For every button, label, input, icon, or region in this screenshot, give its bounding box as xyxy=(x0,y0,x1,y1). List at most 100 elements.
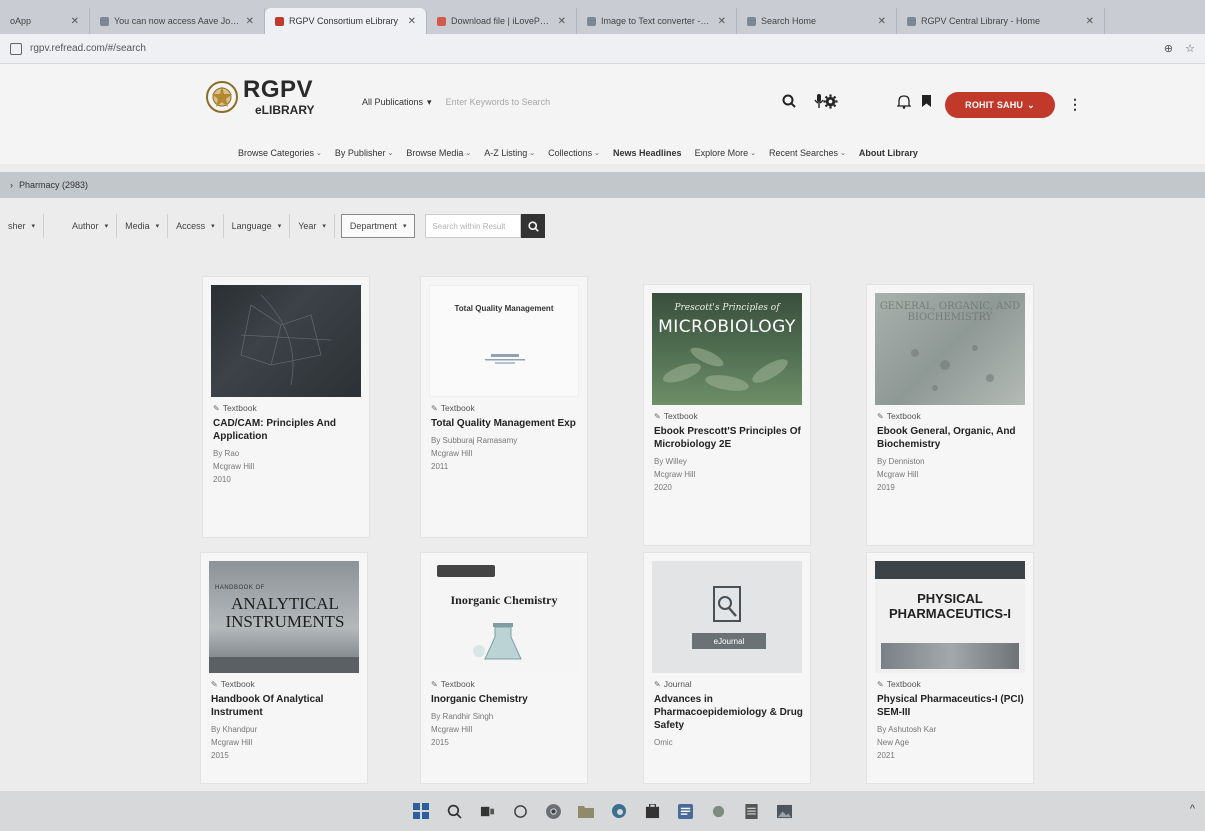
result-author[interactable]: By Rao xyxy=(213,447,365,460)
browser-tab-3-active[interactable]: RGPV Consortium eLibrary ✕ xyxy=(265,8,427,34)
chevron-up-icon[interactable]: ^ xyxy=(1190,803,1195,815)
nav-explore-more[interactable]: Explore More ⌄ xyxy=(695,148,756,158)
close-icon[interactable]: ✕ xyxy=(558,16,566,27)
result-publisher[interactable]: Mcgraw Hill xyxy=(431,447,583,460)
search-icon[interactable] xyxy=(444,801,464,821)
task-view-icon[interactable] xyxy=(477,801,497,821)
publication-select[interactable]: All Publications ▾ xyxy=(356,97,438,108)
result-card[interactable]: eJournal ✎ Journal Advances in Pharmacoep… xyxy=(643,552,811,784)
journal-cover[interactable]: eJournal xyxy=(652,561,802,673)
result-author[interactable]: By Denniston xyxy=(877,455,1029,468)
gear-icon[interactable] xyxy=(821,92,839,110)
site-info-icon[interactable] xyxy=(10,42,22,55)
result-card[interactable]: Inorganic Chemistry ✎ Textbook Inorganic … xyxy=(420,552,588,784)
result-card[interactable]: PHYSICAL PHARMACEUTICS-I ✎ Textbook Physi… xyxy=(866,552,1034,784)
result-title[interactable]: Ebook Prescott'S Principles Of Microbiol… xyxy=(654,425,806,451)
nav-by-publisher[interactable]: By Publisher ⌄ xyxy=(335,148,393,158)
result-publisher[interactable]: Mcgraw Hill xyxy=(877,468,1029,481)
result-author[interactable]: By Willey xyxy=(654,455,806,468)
result-publisher[interactable]: Mcgraw Hill xyxy=(213,460,365,473)
book-cover[interactable]: PHYSICAL PHARMACEUTICS-I xyxy=(875,561,1025,673)
result-title[interactable]: Inorganic Chemistry xyxy=(431,693,583,706)
more-options-icon[interactable]: ⋮ xyxy=(1068,96,1082,113)
filter-author[interactable]: Author ▾ xyxy=(44,214,118,238)
site-logo[interactable]: RGPV eLIBRARY xyxy=(205,78,315,116)
nav-recent-searches[interactable]: Recent Searches ⌄ xyxy=(769,148,846,158)
filter-publisher[interactable]: sher ▾ xyxy=(0,214,45,238)
close-icon[interactable]: ✕ xyxy=(246,16,254,27)
filter-year[interactable]: Year ▾ xyxy=(290,214,335,238)
result-card[interactable]: ✎ Textbook CAD/CAM: Principles And Applic… xyxy=(202,276,370,538)
nav-browse-categories[interactable]: Browse Categories ⌄ xyxy=(238,148,322,158)
nav-about-library[interactable]: About Library xyxy=(859,148,918,158)
search-input[interactable] xyxy=(445,88,816,116)
result-publisher[interactable]: Omic xyxy=(654,736,806,749)
browser-tab-1[interactable]: oApp ✕ xyxy=(0,8,90,34)
close-icon[interactable]: ✕ xyxy=(408,16,416,27)
book-cover[interactable]: GENERAL, ORGANIC, AND BIOCHEMISTRY xyxy=(875,293,1025,405)
bell-icon[interactable] xyxy=(895,92,913,110)
filter-access[interactable]: Access ▾ xyxy=(168,214,224,238)
result-publisher[interactable]: Mcgraw Hill xyxy=(431,723,583,736)
result-title[interactable]: Handbook Of Analytical Instrument xyxy=(211,693,363,719)
chat-icon[interactable] xyxy=(510,801,530,821)
browser-tab-2[interactable]: You can now access Aave Journ... ✕ xyxy=(90,8,265,34)
start-menu-icon[interactable] xyxy=(411,801,431,821)
browser-tab-5[interactable]: Image to Text converter - Extr... ✕ xyxy=(577,8,737,34)
nav-news-headlines[interactable]: News Headlines xyxy=(613,148,682,158)
browser-tab-7[interactable]: RGPV Central Library - Home ✕ xyxy=(897,8,1105,34)
nav-collections[interactable]: Collections ⌄ xyxy=(548,148,600,158)
result-title[interactable]: Advances in Pharmacoepidemiology & Drug … xyxy=(654,693,806,732)
nav-browse-media[interactable]: Browse Media ⌄ xyxy=(406,148,471,158)
book-cover[interactable]: HANDBOOK OF ANALYTICAL INSTRUMENTS xyxy=(209,561,359,673)
result-title[interactable]: CAD/CAM: Principles And Application xyxy=(213,417,365,443)
result-author[interactable]: By Khandpur xyxy=(211,723,363,736)
chrome-icon[interactable] xyxy=(543,801,563,821)
result-title[interactable]: Total Quality Management Exp xyxy=(431,417,583,430)
browser-tab-4[interactable]: Download file | iLovePDF ✕ xyxy=(427,8,577,34)
result-card[interactable]: Prescott's Principles of MICROBIOLOGY ✎ T… xyxy=(643,284,811,546)
result-title[interactable]: Ebook General, Organic, And Biochemistry xyxy=(877,425,1029,451)
book-cover[interactable]: Prescott's Principles of MICROBIOLOGY xyxy=(652,293,802,405)
browser-tab-6[interactable]: Search Home ✕ xyxy=(737,8,897,34)
filter-media[interactable]: Media ▾ xyxy=(117,214,169,238)
search-icon[interactable] xyxy=(780,92,798,110)
result-author[interactable]: By Ashutosh Kar xyxy=(877,723,1029,736)
filter-department[interactable]: Department ▾ xyxy=(340,214,416,238)
result-publisher[interactable]: Mcgraw Hill xyxy=(654,468,806,481)
store-icon[interactable] xyxy=(642,801,662,821)
book-cover[interactable] xyxy=(211,285,361,397)
result-publisher[interactable]: Mcgraw Hill xyxy=(211,736,363,749)
file-explorer-icon[interactable] xyxy=(576,801,596,821)
close-icon[interactable]: ✕ xyxy=(1086,16,1094,27)
breadcrumb-category[interactable]: Pharmacy (2983) xyxy=(19,180,88,190)
user-menu-button[interactable]: ROHIT SAHU ⌄ xyxy=(945,92,1055,118)
address-bar[interactable]: rgpv.refread.com/#/search ⊕ ☆ xyxy=(0,34,1205,64)
bookmark-icon[interactable] xyxy=(917,92,935,110)
search-within-results-button[interactable] xyxy=(521,214,546,238)
result-title[interactable]: Physical Pharmaceutics-I (PCI) SEM-III xyxy=(877,693,1029,719)
result-card[interactable]: Total Quality Management ✎ Textbook Total… xyxy=(420,276,588,538)
close-icon[interactable]: ✕ xyxy=(71,16,79,27)
word-icon[interactable] xyxy=(675,801,695,821)
app-icon[interactable] xyxy=(708,801,728,821)
extension-icon[interactable]: ⊕ xyxy=(1164,42,1173,55)
url-text[interactable]: rgpv.refread.com/#/search xyxy=(30,43,1164,54)
book-cover[interactable]: Inorganic Chemistry xyxy=(429,561,579,673)
book-cover[interactable]: Total Quality Management xyxy=(429,285,579,397)
search-within-results-input[interactable] xyxy=(425,214,522,238)
caret-down-icon: ⌄ xyxy=(840,150,846,157)
nav-a-z-listing[interactable]: A-Z Listing ⌄ xyxy=(484,148,535,158)
edge-icon[interactable] xyxy=(609,801,629,821)
notepad-icon[interactable] xyxy=(741,801,761,821)
filter-language[interactable]: Language ▾ xyxy=(224,214,291,238)
result-author[interactable]: By Randhir Singh xyxy=(431,710,583,723)
result-author[interactable]: By Subburaj Ramasamy xyxy=(431,434,583,447)
result-card[interactable]: HANDBOOK OF ANALYTICAL INSTRUMENTS ✎ Text… xyxy=(200,552,368,784)
result-publisher[interactable]: New Age xyxy=(877,736,1029,749)
close-icon[interactable]: ✕ xyxy=(878,16,886,27)
bookmark-star-icon[interactable]: ☆ xyxy=(1185,42,1195,55)
close-icon[interactable]: ✕ xyxy=(718,16,726,27)
result-card[interactable]: GENERAL, ORGANIC, AND BIOCHEMISTRY ✎ Text… xyxy=(866,284,1034,546)
photos-icon[interactable] xyxy=(774,801,794,821)
